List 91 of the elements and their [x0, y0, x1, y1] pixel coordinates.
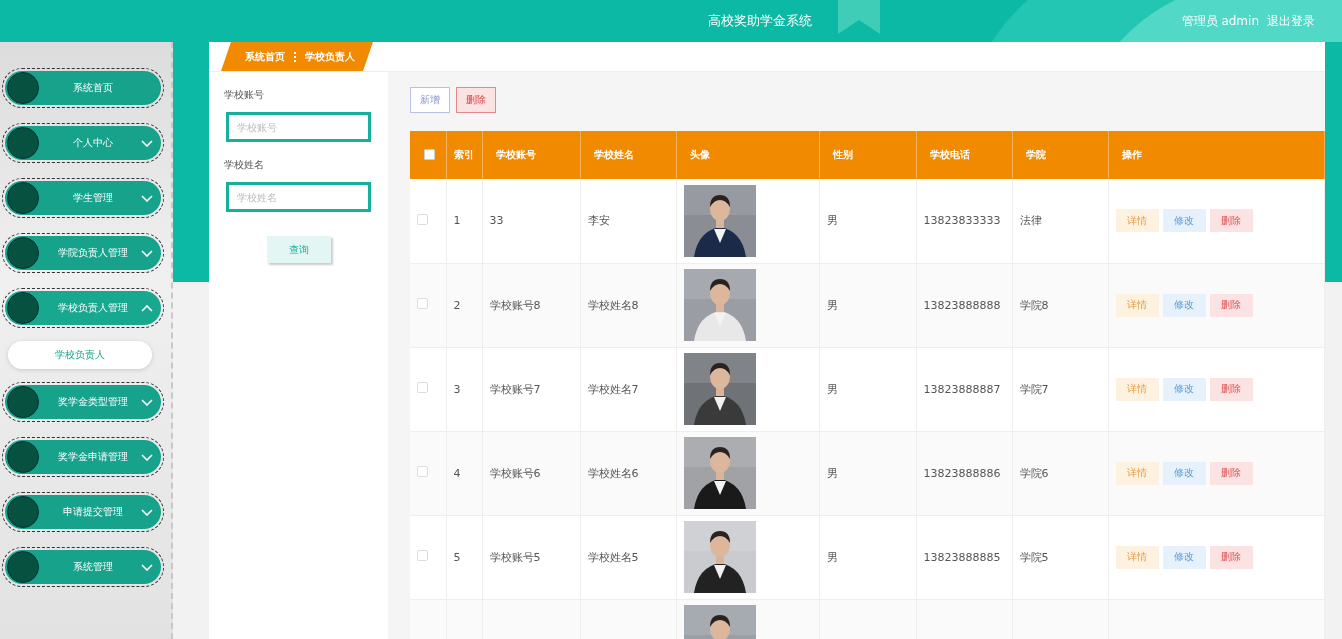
separator-icon [293, 50, 297, 63]
sidebar-item[interactable]: 个人中心 [5, 126, 161, 160]
detail-button[interactable]: 详情 [1115, 209, 1159, 233]
table-cell: 学院7 [1019, 382, 1049, 396]
row-checkbox[interactable] [417, 298, 428, 309]
delete-button[interactable]: 删除 [1209, 377, 1253, 401]
table-cell: 13823888888 [923, 298, 1001, 312]
field-label: 学校姓名 [224, 158, 265, 172]
table-cell: 男 [826, 550, 838, 564]
table-cell: 13823888886 [923, 466, 1001, 480]
breadcrumb-link[interactable]: 学校负责人 [305, 49, 355, 64]
table-cell: 学校姓名5 [587, 550, 639, 564]
edit-button[interactable]: 修改 [1162, 545, 1206, 569]
table-cell: 男 [826, 382, 838, 396]
field-label: 学校账号 [224, 88, 265, 102]
sidebar-item[interactable]: 系统首页 [5, 71, 161, 105]
table-cell: 学校姓名7 [587, 382, 639, 396]
table-cell: 法律 [1019, 214, 1042, 228]
delete-button[interactable]: 删除 [1209, 209, 1253, 233]
select-all-checkbox[interactable] [424, 148, 435, 160]
column-header: 索引 [454, 149, 474, 160]
table-cell: 李安 [587, 214, 610, 228]
column-header: 学校姓名 [593, 149, 634, 160]
delete-button[interactable]: 删除 [456, 87, 496, 113]
chevron-up-icon [141, 305, 153, 312]
sidebar-item[interactable]: 奖学金申请管理 [5, 440, 161, 474]
sidebar-item[interactable]: 学院负责人管理 [5, 236, 161, 270]
table-cell: 男 [826, 214, 838, 228]
chevron-down-icon [141, 195, 153, 202]
sidebar-item[interactable]: 学校负责人管理 [5, 291, 161, 325]
table-cell: 学院6 [1019, 466, 1049, 480]
column-header: 性别 [832, 149, 853, 160]
add-button[interactable]: 新增 [410, 87, 450, 113]
row-checkbox[interactable] [417, 213, 428, 225]
table-cell: 学院8 [1019, 298, 1049, 312]
table-cell: 男 [826, 298, 838, 312]
sidebar-item[interactable]: 系统管理 [5, 550, 161, 584]
table-cell: 学院5 [1019, 550, 1049, 564]
table-cell: 男 [826, 466, 838, 480]
edit-button[interactable]: 修改 [1162, 377, 1206, 401]
table-cell: 33 [489, 214, 504, 228]
table-cell: 13823888887 [923, 382, 1001, 396]
table-cell: 学校姓名8 [587, 298, 639, 312]
delete-button[interactable]: 删除 [1209, 293, 1253, 317]
delete-button[interactable]: 删除 [1209, 461, 1253, 485]
detail-button[interactable]: 详情 [1115, 545, 1159, 569]
chevron-down-icon [141, 454, 153, 461]
column-header: 操作 [1121, 149, 1142, 160]
search-field[interactable]: 学校账号 [226, 112, 371, 142]
table-cell: 2 [453, 298, 461, 312]
row-checkbox[interactable] [417, 382, 428, 393]
column-header: 学校账号 [495, 149, 536, 160]
delete-button[interactable]: 删除 [1209, 545, 1253, 569]
query-button[interactable]: 查询 [267, 236, 331, 263]
column-header: 学校电话 [929, 149, 970, 160]
table-cell: 学校姓名6 [587, 466, 639, 480]
row-checkbox[interactable] [417, 466, 428, 477]
table-cell: 学校账号5 [489, 550, 541, 564]
sidebar-item[interactable]: 申请提交管理 [5, 495, 161, 529]
table-cell: 13823833333 [923, 214, 1001, 228]
row-checkbox[interactable] [417, 550, 428, 561]
detail-button[interactable]: 详情 [1115, 461, 1159, 485]
edit-button[interactable]: 修改 [1162, 461, 1206, 485]
table-cell: 13823888885 [923, 550, 1001, 564]
logout-link[interactable]: 退出登录 [1267, 12, 1315, 30]
bookmark-icon [838, 0, 880, 34]
table-cell: 学校账号8 [489, 298, 541, 312]
detail-button[interactable]: 详情 [1115, 293, 1159, 317]
table-cell: 学校账号7 [489, 382, 541, 396]
submenu-item[interactable]: 学校负责人 [8, 341, 152, 369]
table-cell: 5 [453, 550, 461, 564]
column-header: 学院 [1025, 149, 1046, 160]
table-cell: 1 [453, 214, 461, 228]
table-cell: 3 [453, 382, 461, 396]
edit-button[interactable]: 修改 [1162, 293, 1206, 317]
table-cell: 4 [453, 466, 461, 480]
edit-button[interactable]: 修改 [1162, 209, 1206, 233]
chevron-down-icon [141, 140, 153, 147]
user-label: 管理员 admin [1181, 12, 1259, 30]
chevron-down-icon [141, 250, 153, 257]
search-field[interactable]: 学校姓名 [226, 182, 371, 212]
detail-button[interactable]: 详情 [1115, 377, 1159, 401]
chevron-down-icon [141, 564, 153, 571]
breadcrumb-link[interactable]: 系统首页 [245, 49, 285, 64]
column-header: 头像 [689, 149, 710, 160]
table-cell: 学校账号6 [489, 466, 541, 480]
chevron-down-icon [141, 399, 153, 406]
app-title: 高校奖助学金系统 [708, 12, 812, 30]
sidebar-item[interactable]: 奖学金类型管理 [5, 385, 161, 419]
sidebar-item[interactable]: 学生管理 [5, 181, 161, 215]
chevron-down-icon [141, 509, 153, 516]
